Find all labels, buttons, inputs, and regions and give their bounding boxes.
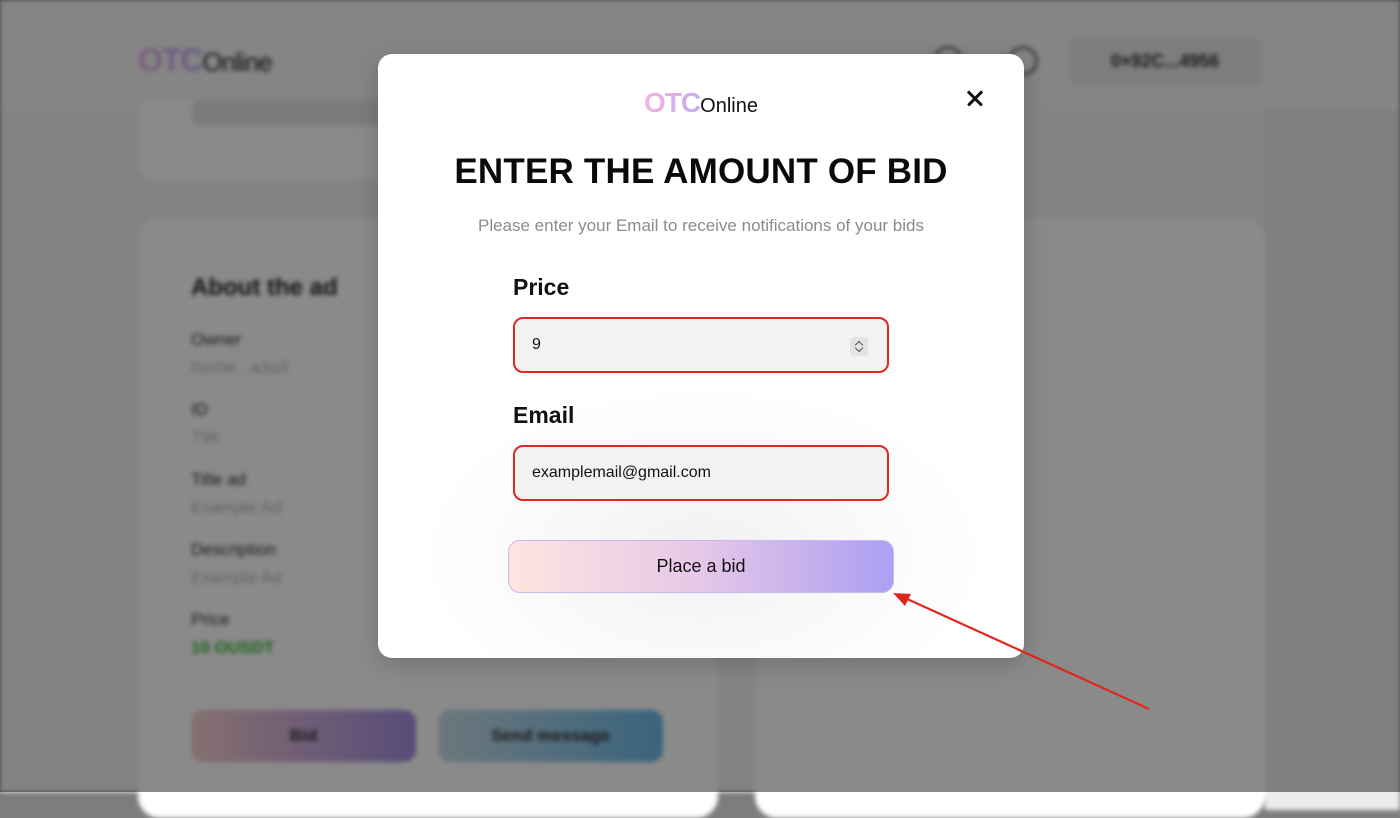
number-stepper[interactable] — [850, 337, 868, 356]
price-input-wrapper — [513, 317, 889, 373]
price-label: Price — [513, 274, 570, 300]
place-bid-button[interactable]: Place a bid — [508, 540, 894, 593]
modal-subtitle: Please enter your Email to receive notif… — [477, 216, 924, 235]
close-icon[interactable] — [960, 84, 990, 114]
price-input[interactable] — [515, 319, 887, 371]
modal-title: ENTER THE AMOUNT OF BID — [454, 152, 948, 191]
bid-modal: OTCOnline ENTER THE AMOUNT OF BID Please… — [378, 54, 1024, 658]
email-input[interactable] — [515, 447, 887, 499]
modal-glow — [418, 384, 988, 658]
email-input-wrapper — [513, 445, 889, 501]
email-label: Email — [513, 402, 575, 428]
modal-logo: OTCOnline — [644, 87, 758, 118]
